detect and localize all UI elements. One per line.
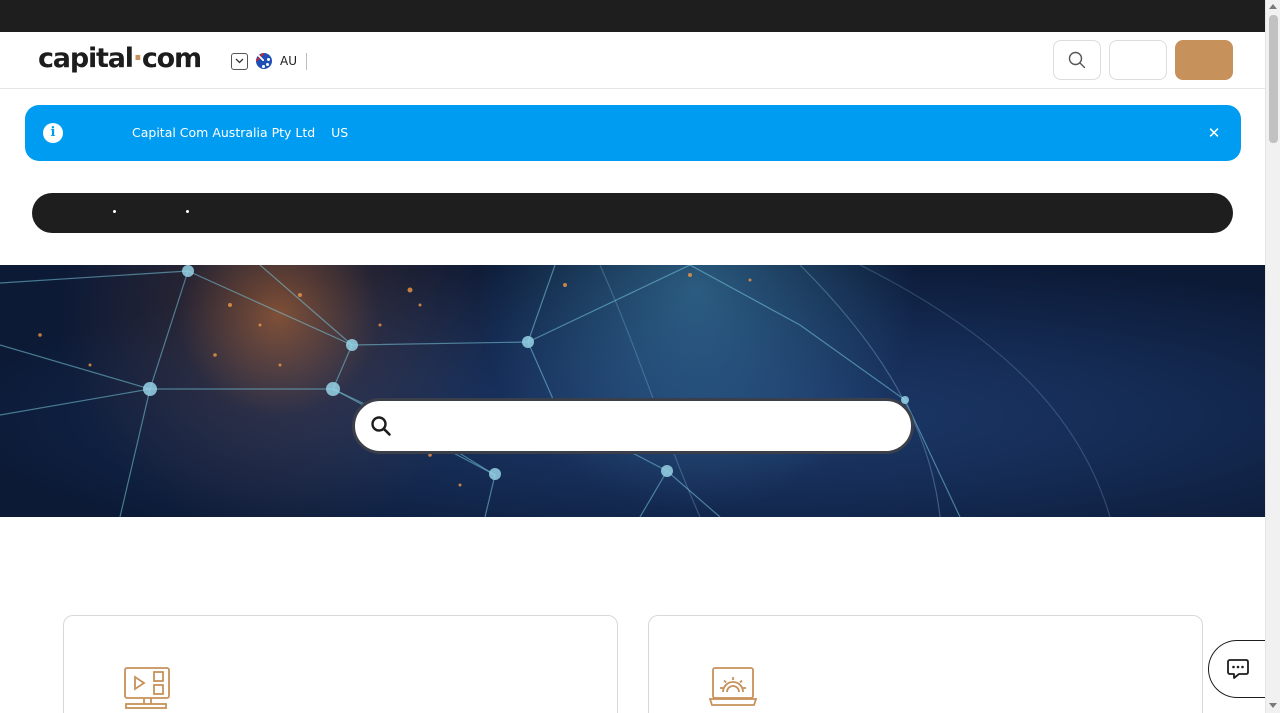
australia-flag-icon (256, 53, 272, 69)
hero-banner (0, 265, 1265, 517)
search-button[interactable] (1053, 40, 1101, 80)
region-code: AU (280, 54, 297, 68)
site-header: capital·com AU (0, 32, 1265, 89)
logo-text-end: com (141, 43, 202, 74)
feature-card[interactable] (63, 615, 618, 713)
regulatory-notice-banner: i Capital Com Australia Pty Ltd US ✕ (25, 105, 1241, 161)
hero-search-input[interactable] (352, 398, 914, 454)
logo-dot: · (132, 43, 143, 74)
notice-text: Capital Com Australia Pty Ltd US (132, 125, 349, 140)
feature-card[interactable] (648, 615, 1203, 713)
chat-button[interactable] (1208, 640, 1272, 698)
video-monitor-icon (124, 667, 170, 709)
network-globe-graphic (0, 265, 1111, 517)
login-button[interactable] (1109, 40, 1167, 80)
top-bar (0, 0, 1265, 32)
scroll-down-arrow-icon[interactable] (1269, 703, 1277, 708)
info-icon: i (43, 123, 63, 143)
capital-com-logo[interactable]: capital·com (38, 42, 202, 76)
scroll-up-arrow-icon[interactable] (1269, 4, 1277, 9)
breadcrumb-separator (186, 210, 189, 213)
search-icon (371, 416, 391, 436)
region-divider (306, 52, 307, 70)
chat-bubble-icon (1227, 659, 1249, 679)
breadcrumb (32, 193, 1233, 233)
chevron-down-icon[interactable] (231, 52, 248, 70)
logo-text-main: capital (38, 43, 134, 74)
laptop-gear-icon (709, 667, 757, 706)
page-scrollbar[interactable] (1265, 0, 1280, 713)
breadcrumb-separator (113, 210, 116, 213)
scrollbar-thumb[interactable] (1269, 15, 1278, 143)
close-icon[interactable]: ✕ (1203, 122, 1225, 144)
region-selector[interactable]: AU (231, 51, 307, 71)
search-icon (1068, 51, 1086, 69)
signup-button[interactable] (1175, 40, 1233, 80)
